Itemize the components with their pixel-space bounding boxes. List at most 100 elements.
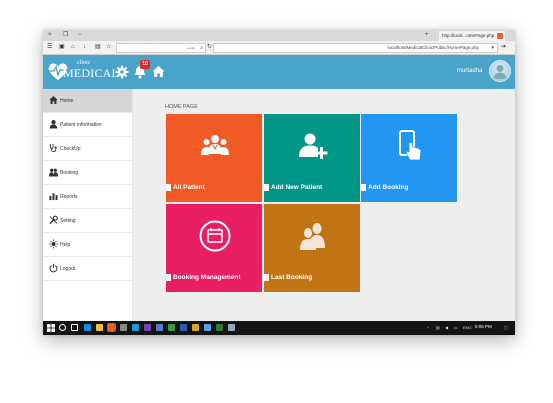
app-logo[interactable]: clinic MEDICAL	[47, 60, 119, 84]
notification-badge: 10	[140, 60, 150, 69]
app-icon[interactable]	[120, 324, 127, 331]
tile-label: Last Booking	[271, 274, 313, 281]
sidebar-item-booking[interactable]: Booking	[43, 161, 132, 185]
new-tab-button[interactable]: +	[425, 32, 429, 39]
browser-toolbar: ☰ ▣ ⌂ ↓ ▤ ☆ بحث ⌕ ↻ localhost/MedicalCli…	[43, 41, 515, 55]
tile-label: Add New Patient	[271, 184, 323, 191]
download-icon[interactable]: ↓	[83, 44, 86, 51]
search-placeholder: بحث	[186, 45, 195, 50]
sidebar-item-setting[interactable]: Setting	[43, 209, 132, 233]
os-taskbar: ^ ▤ ◀ ▭ ENG 5:06 PM ▢	[43, 321, 515, 335]
star-icon[interactable]: ☆	[106, 44, 111, 51]
go-arrow-icon[interactable]: ➔	[501, 44, 506, 51]
edge-icon[interactable]	[84, 324, 91, 331]
menu-icon[interactable]: ☰	[47, 44, 52, 51]
user-icon	[49, 120, 58, 129]
browser-tab[interactable]: http://local...omePage.php	[439, 31, 505, 41]
reload-icon[interactable]: ↻	[207, 44, 212, 51]
sidebar-item-label: CheckUp	[60, 146, 81, 152]
tile-label: Booking Management	[173, 274, 241, 281]
dropdown-icon[interactable]: ▾	[491, 44, 494, 52]
stethoscope-icon	[49, 143, 57, 152]
app-header: clinic MEDICAL 10 murtadha	[43, 55, 515, 89]
browser-titlebar: × ❐ − + http://local...omePage.php	[43, 30, 515, 41]
sidebar-item-label: Patient information	[60, 122, 102, 128]
app-icon[interactable]	[204, 324, 211, 331]
tile-add-new-patient[interactable]: Add New Patient	[264, 114, 360, 202]
bookmarks-icon[interactable]: ▤	[95, 44, 101, 51]
sidebar-item-label: Logout	[60, 266, 76, 272]
add-user-icon	[299, 133, 328, 159]
tab-favicon-icon	[497, 33, 503, 39]
user-avatar-icon	[493, 65, 507, 79]
file-explorer-icon[interactable]	[96, 324, 103, 331]
tile-label: Add Booking	[368, 184, 409, 191]
power-icon	[49, 263, 58, 273]
app-icon[interactable]	[192, 324, 199, 331]
tile-last-booking[interactable]: Last Booking	[264, 204, 360, 292]
sidebar-item-label: Home	[60, 98, 74, 104]
tray-volume-icon[interactable]: ◀	[445, 325, 448, 330]
logo-medical-text: MEDICAL	[63, 66, 120, 80]
sidebar-item-logout[interactable]: Logout	[43, 257, 132, 281]
chart-icon	[49, 193, 58, 201]
search-input[interactable]: بحث ⌕	[116, 43, 206, 53]
library-icon[interactable]: ▣	[59, 44, 65, 51]
sidebar-item-label: Help	[60, 242, 71, 248]
tile-add-booking[interactable]: Add Booking	[361, 114, 457, 202]
tile-marker	[264, 274, 269, 281]
calendar-icon	[199, 220, 231, 252]
doctors-group-icon	[201, 135, 229, 155]
app-icon[interactable]	[156, 324, 163, 331]
tray-network-icon[interactable]: ▤	[436, 325, 440, 330]
close-window-button[interactable]: ×	[48, 32, 52, 39]
username-label[interactable]: murtadha	[457, 68, 482, 74]
two-users-icon	[300, 223, 325, 250]
tray-language[interactable]: ENG	[463, 325, 472, 330]
tools-icon	[49, 215, 58, 225]
action-center-icon[interactable]: ▢	[504, 325, 508, 330]
search-taskbar-icon[interactable]	[59, 324, 66, 331]
avatar[interactable]	[489, 60, 511, 82]
tray-battery-icon[interactable]: ▭	[454, 325, 458, 330]
sidebar-item-home[interactable]: Home	[43, 89, 132, 113]
sidebar-item-help[interactable]: Help	[43, 233, 132, 257]
app-icon[interactable]	[228, 324, 235, 331]
word-icon[interactable]	[180, 324, 187, 331]
sidebar-item-patient-information[interactable]: Patient information	[43, 113, 132, 137]
store-icon[interactable]	[132, 324, 139, 331]
settings-gear-icon[interactable]	[115, 65, 129, 79]
main-content: HOME PAGE All Patient Add New Patient Ad…	[133, 89, 515, 321]
people-icon	[49, 168, 58, 177]
browser-window: × ❐ − + http://local...omePage.php ☰ ▣ ⌂…	[43, 30, 515, 335]
tray-clock[interactable]: 5:06 PM	[475, 324, 492, 329]
tile-label: All Patient	[173, 184, 205, 191]
restore-window-button[interactable]: ❐	[63, 32, 68, 39]
app-icon[interactable]	[168, 324, 175, 331]
page-title: HOME PAGE	[165, 104, 198, 110]
tray-chevron-icon[interactable]: ^	[427, 325, 429, 330]
address-bar[interactable]: localhost/MedicalClinic/Public/HomePage.…	[213, 43, 498, 53]
tile-booking-management[interactable]: Booking Management	[166, 204, 262, 292]
visual-studio-icon[interactable]	[144, 324, 151, 331]
minimize-window-button[interactable]: −	[78, 32, 82, 39]
sidebar-item-checkup[interactable]: CheckUp	[43, 137, 132, 161]
home-header-icon[interactable]	[152, 65, 165, 78]
sun-icon	[49, 239, 58, 249]
tablet-touch-icon	[399, 130, 422, 161]
firefox-icon[interactable]	[107, 323, 116, 332]
task-view-icon[interactable]	[71, 324, 78, 331]
app-icon[interactable]	[216, 324, 223, 331]
tile-marker	[166, 184, 171, 191]
home-browser-icon[interactable]: ⌂	[71, 44, 75, 51]
tile-marker	[264, 184, 269, 191]
sidebar: Home Patient information CheckUp Booking…	[43, 89, 133, 321]
windows-start-icon[interactable]	[47, 324, 55, 332]
tile-marker	[361, 184, 366, 191]
tile-all-patient[interactable]: All Patient	[166, 114, 262, 202]
sidebar-item-reports[interactable]: Reports	[43, 185, 132, 209]
sidebar-item-label: Reports	[60, 194, 78, 200]
search-icon: ⌕	[200, 45, 203, 51]
home-icon	[49, 95, 58, 105]
tab-title: http://local...omePage.php	[442, 33, 495, 38]
